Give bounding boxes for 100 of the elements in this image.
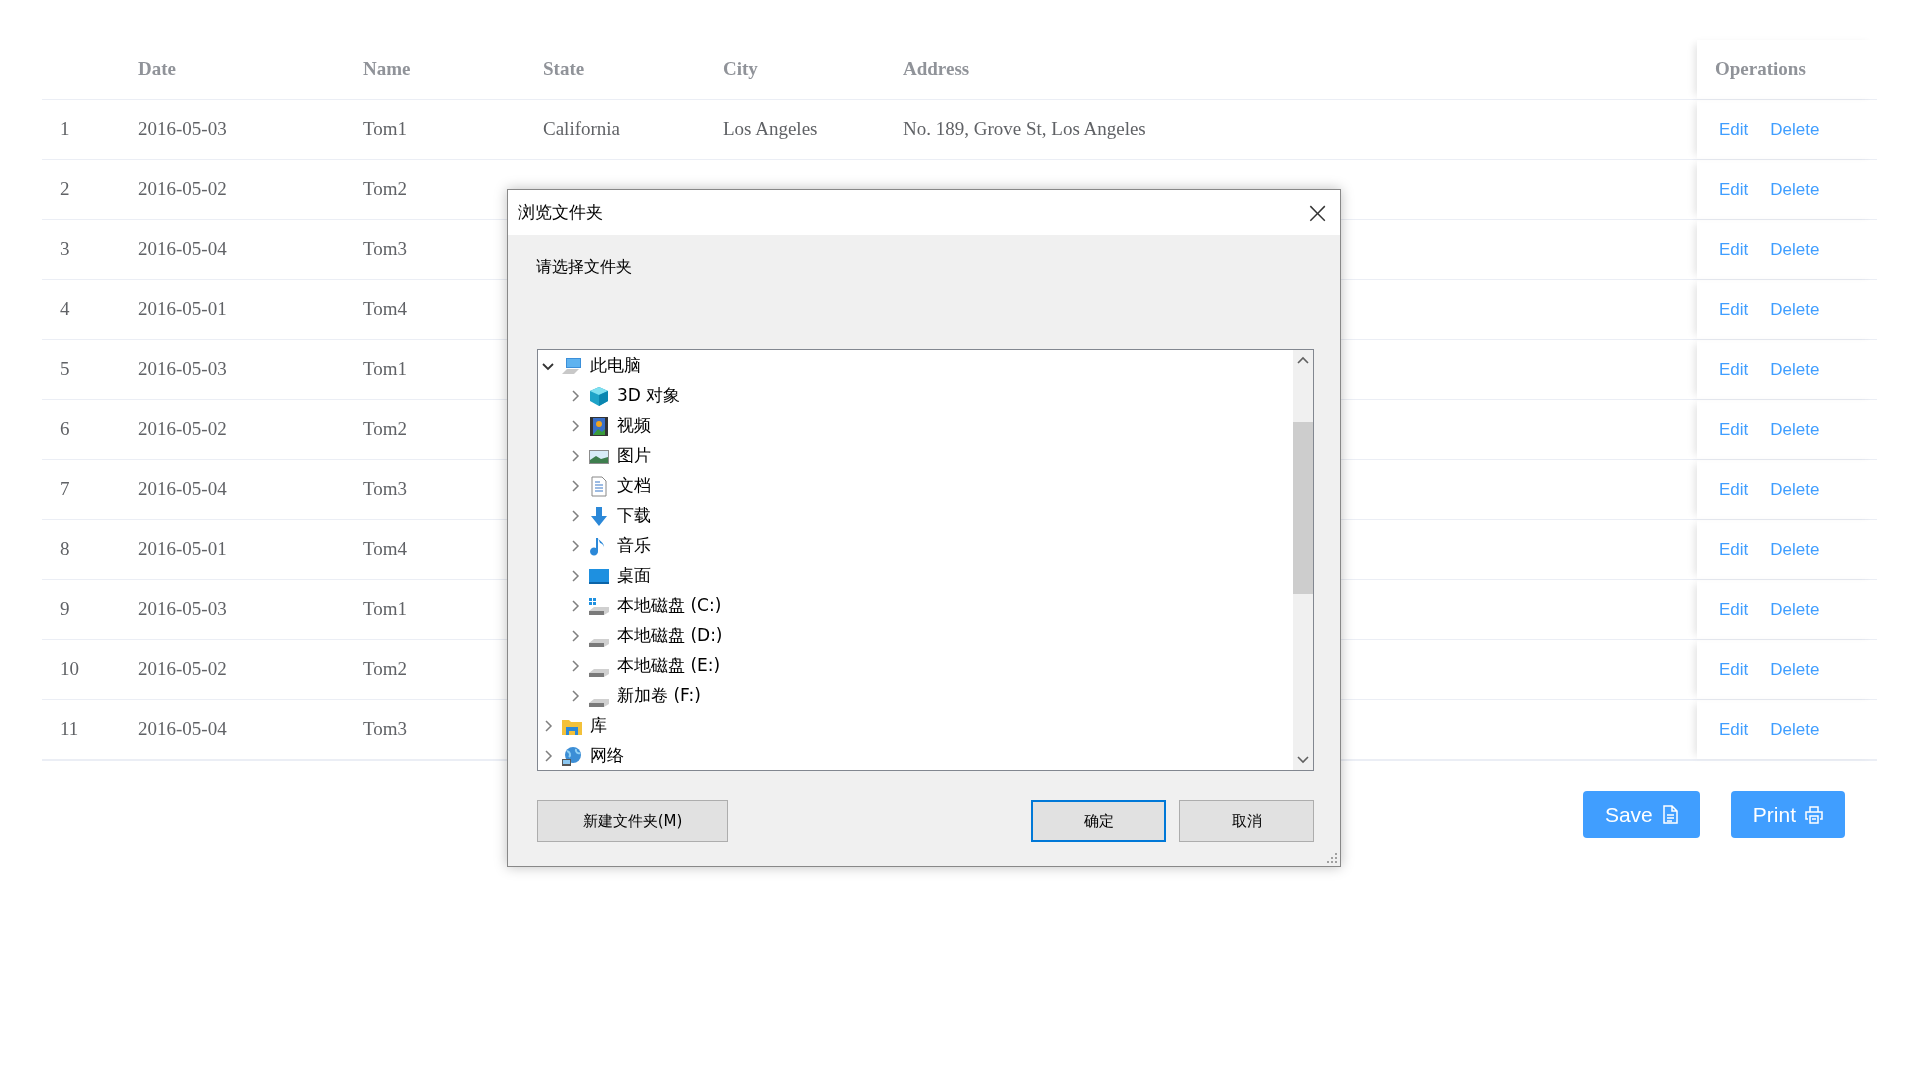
edit-link[interactable]: Edit [1719, 236, 1749, 263]
delete-link[interactable]: Delete [1770, 656, 1820, 683]
computer-icon [561, 355, 583, 377]
scrollbar[interactable] [1293, 350, 1313, 770]
expand-chevron-icon[interactable] [569, 600, 581, 612]
column-header: City [723, 58, 758, 80]
delete-link[interactable]: Delete [1770, 536, 1820, 563]
name-cell: Tom1 [363, 118, 408, 140]
cancel-button[interactable]: 取消 [1179, 800, 1314, 842]
date-cell: 2016-05-03 [138, 118, 227, 140]
row-number: 9 [60, 598, 70, 620]
tree-item[interactable]: 文档 [617, 473, 651, 499]
delete-link[interactable]: Delete [1770, 176, 1820, 203]
name-cell: Tom2 [363, 178, 408, 200]
tree-item[interactable]: 网络 [590, 743, 624, 769]
down-arrow-icon [588, 505, 610, 527]
address-cell: No. 189, Grove St, Los Angeles [903, 118, 1146, 140]
edit-link[interactable]: Edit [1719, 416, 1749, 443]
name-cell: Tom3 [363, 718, 408, 740]
date-cell: 2016-05-01 [138, 298, 227, 320]
edit-link[interactable]: Edit [1719, 356, 1749, 383]
row-number: 2 [60, 178, 70, 200]
delete-link[interactable]: Delete [1770, 356, 1820, 383]
row-number: 6 [60, 418, 70, 440]
new-folder-button[interactable]: 新建文件夹(M) [537, 800, 728, 842]
row-number: 10 [60, 658, 79, 680]
scroll-down-icon[interactable] [1297, 756, 1309, 764]
delete-link[interactable]: Delete [1770, 716, 1820, 743]
expand-chevron-icon[interactable] [542, 720, 554, 732]
resize-grip-icon[interactable] [1327, 853, 1337, 863]
delete-link[interactable]: Delete [1770, 416, 1820, 443]
expand-chevron-icon[interactable] [569, 570, 581, 582]
expand-chevron-icon[interactable] [569, 660, 581, 672]
close-button[interactable]: × [1295, 190, 1340, 235]
drive-icon [589, 698, 609, 707]
row-number: 8 [60, 538, 70, 560]
tree-item[interactable]: 桌面 [617, 563, 651, 589]
column-header: Address [903, 58, 970, 80]
row-number: 3 [60, 238, 70, 260]
save-button[interactable]: Save [1582, 791, 1700, 838]
edit-link[interactable]: Edit [1719, 176, 1749, 203]
expand-chevron-icon[interactable] [569, 480, 581, 492]
tree-item[interactable]: 本地磁盘 (D:) [617, 623, 723, 649]
edit-link[interactable]: Edit [1719, 116, 1749, 143]
tree-item[interactable]: 本地磁盘 (C:) [617, 593, 722, 619]
tree-item[interactable]: 新加卷 (F:) [617, 683, 701, 709]
expand-chevron-icon[interactable] [569, 510, 581, 522]
expand-chevron-icon[interactable] [569, 690, 581, 702]
tree-item[interactable]: 视频 [617, 413, 651, 439]
tree-item[interactable]: 本地磁盘 (E:) [617, 653, 721, 679]
tree-item[interactable]: 图片 [617, 443, 651, 469]
tree-item[interactable]: 库 [590, 713, 607, 739]
name-cell: Tom2 [363, 418, 408, 440]
name-cell: Tom1 [363, 598, 408, 620]
date-cell: 2016-05-02 [138, 658, 227, 680]
name-cell: Tom3 [363, 478, 408, 500]
document-icon [588, 475, 610, 497]
edit-link[interactable]: Edit [1719, 716, 1749, 743]
row-number: 4 [60, 298, 70, 320]
expand-chevron-icon[interactable] [569, 390, 581, 402]
dialog-title: 浏览文件夹 [518, 200, 603, 224]
tree-item[interactable]: 下载 [617, 503, 651, 529]
edit-link[interactable]: Edit [1719, 296, 1749, 323]
print-button[interactable]: Print [1730, 791, 1845, 838]
prompt-text: 请选择文件夹 [536, 256, 633, 278]
delete-link[interactable]: Delete [1770, 476, 1820, 503]
delete-link[interactable]: Delete [1770, 236, 1820, 263]
expand-chevron-icon[interactable] [569, 420, 581, 432]
delete-link[interactable]: Delete [1770, 116, 1820, 143]
globe-icon [561, 745, 583, 767]
scroll-up-icon[interactable] [1297, 356, 1309, 364]
document-icon [1661, 805, 1678, 824]
date-cell: 2016-05-04 [138, 718, 227, 740]
row-number: 7 [60, 478, 70, 500]
row-number: 1 [60, 118, 70, 140]
tree-item[interactable]: 此电脑 [590, 353, 641, 379]
state-cell: California [543, 118, 621, 140]
name-cell: Tom1 [363, 358, 408, 380]
delete-link[interactable]: Delete [1770, 296, 1820, 323]
edit-link[interactable]: Edit [1719, 596, 1749, 623]
edit-link[interactable]: Edit [1719, 656, 1749, 683]
drive-icon [588, 595, 610, 617]
date-cell: 2016-05-02 [138, 418, 227, 440]
collapse-chevron-icon[interactable] [542, 360, 554, 372]
ok-button[interactable]: 确定 [1031, 800, 1166, 842]
edit-link[interactable]: Edit [1719, 476, 1749, 503]
edit-link[interactable]: Edit [1719, 536, 1749, 563]
date-cell: 2016-05-04 [138, 478, 227, 500]
expand-chevron-icon[interactable] [569, 450, 581, 462]
delete-link[interactable]: Delete [1770, 596, 1820, 623]
date-cell: 2016-05-04 [138, 238, 227, 260]
row-number: 11 [60, 718, 79, 740]
tree-item[interactable]: 3D 对象 [617, 383, 681, 409]
column-header: Name [363, 58, 411, 80]
scrollbar-thumb[interactable] [1293, 421, 1313, 594]
expand-chevron-icon[interactable] [542, 750, 554, 762]
film-icon [588, 415, 610, 437]
expand-chevron-icon[interactable] [569, 630, 581, 642]
tree-item[interactable]: 音乐 [617, 533, 651, 559]
expand-chevron-icon[interactable] [569, 540, 581, 552]
